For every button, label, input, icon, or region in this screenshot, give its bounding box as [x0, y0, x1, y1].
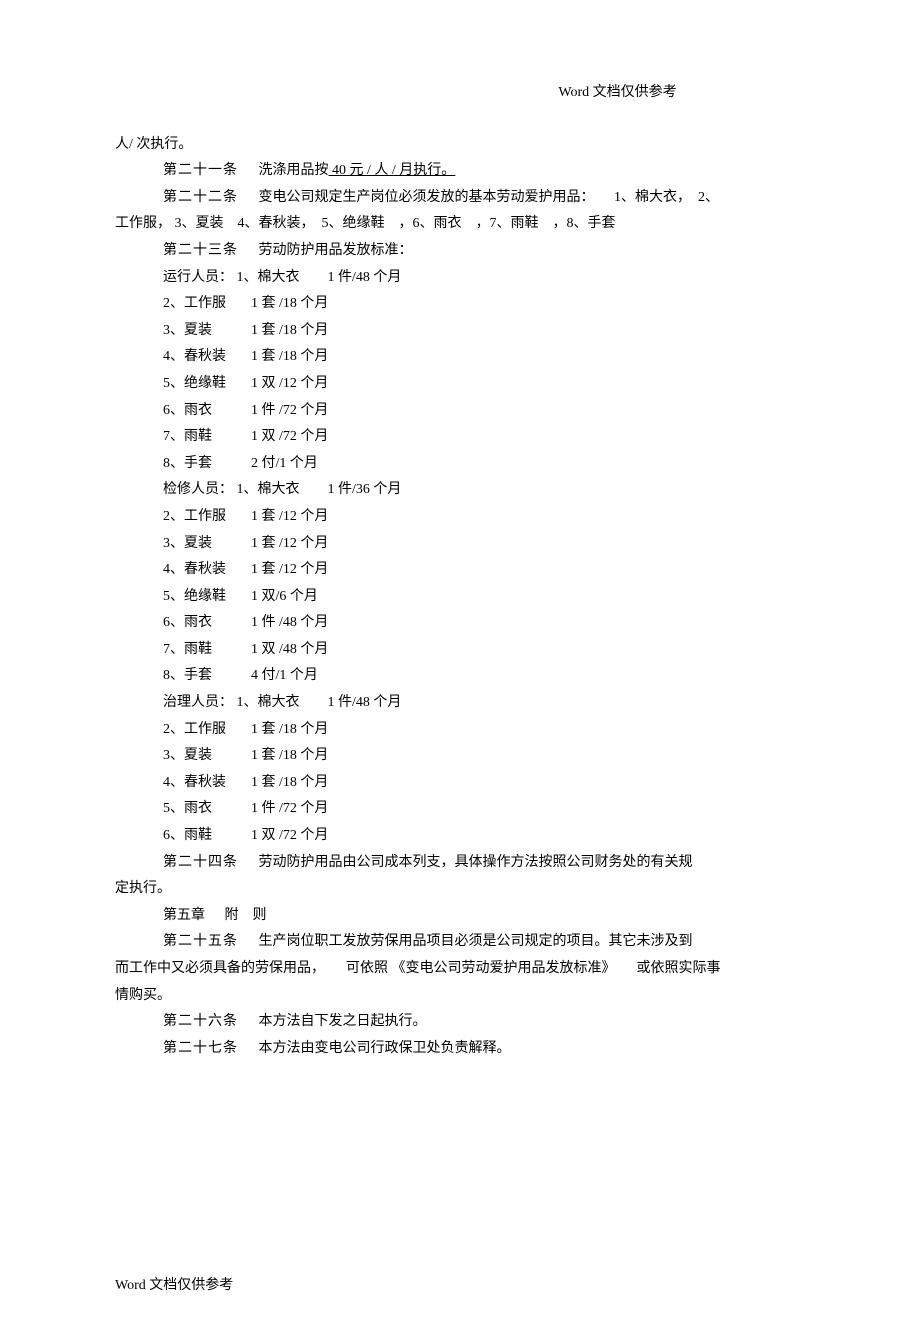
- article-number: 第二十一条: [163, 158, 255, 185]
- document-page: Word 文档仅供参考 人/ 次执行。 第二十一条 洗涤用品按 40 元 / 人…: [0, 0, 920, 1340]
- article-number: 第二十二条: [163, 185, 255, 212]
- article-24: 第二十四条 劳动防护用品由公司成本列支，具体操作方法按照公司财务处的有关规: [115, 850, 820, 877]
- article-22: 第二十二条 变电公司规定生产岗位必须发放的基本劳动爱护用品： 1、棉大衣， 2、: [115, 185, 820, 212]
- item-name: 5、雨衣: [163, 796, 251, 823]
- list-item: 3、夏装1 套 /18 个月: [115, 743, 820, 770]
- group-title-maintenance: 检修人员： 1、棉大衣 1 件/36 个月: [115, 477, 820, 504]
- item-name: 3、夏装: [163, 318, 251, 345]
- item-name: 3、夏装: [163, 743, 251, 770]
- article-text: 本方法自下发之日起执行。: [259, 1014, 427, 1029]
- list-item: 6、雨衣1 件 /72 个月: [115, 398, 820, 425]
- item-name: 8、手套: [163, 663, 251, 690]
- item-qty: 1 套 /18 个月: [251, 291, 328, 318]
- list-item: 8、手套2 付/1 个月: [115, 451, 820, 478]
- item-name: 2、工作服: [163, 717, 251, 744]
- chapter-number: 第五章: [163, 908, 205, 923]
- article-25-cont: 而工作中又必须具备的劳保用品， 可依照 《变电公司劳动爱护用品发放标准》 或依照…: [115, 956, 820, 983]
- list-item: 3、夏装1 套 /18 个月: [115, 318, 820, 345]
- article-26: 第二十六条 本方法自下发之日起执行。: [115, 1009, 820, 1036]
- list-item: 6、雨衣1 件 /48 个月: [115, 610, 820, 637]
- article-text: 变电公司规定生产岗位必须发放的基本劳动爱护用品：: [259, 190, 595, 205]
- article-25: 第二十五条 生产岗位职工发放劳保用品项目必须是公司规定的项目。其它未涉及到: [115, 929, 820, 956]
- chapter-5: 第五章 附 则: [115, 903, 820, 930]
- item-name: 6、雨鞋: [163, 823, 251, 850]
- item-qty: 1 套 /18 个月: [251, 318, 328, 345]
- article-21: 第二十一条 洗涤用品按 40 元 / 人 / 月执行。: [115, 158, 820, 185]
- item-qty: 1 双/6 个月: [251, 584, 318, 611]
- article-22-line2: 工作服， 3、夏装 4、春秋装， 5、绝缘鞋 ，6、雨衣 ，7、雨鞋 ，8、手套: [115, 211, 820, 238]
- item-name: 8、手套: [163, 451, 251, 478]
- group-title-management: 治理人员： 1、棉大衣 1 件/48 个月: [115, 690, 820, 717]
- item-name: 2、工作服: [163, 504, 251, 531]
- list-item: 2、工作服1 套 /18 个月: [115, 291, 820, 318]
- article-27: 第二十七条 本方法由变电公司行政保卫处负责解释。: [115, 1036, 820, 1063]
- list-item: 5、绝缘鞋1 双/6 个月: [115, 584, 820, 611]
- item-qty: 1 双 /72 个月: [251, 424, 328, 451]
- article-items-tail: 1、棉大衣， 2、: [614, 190, 719, 205]
- item-qty: 1 双 /48 个月: [251, 637, 328, 664]
- item-qty: 2 付/1 个月: [251, 451, 318, 478]
- item-qty: 1 套 /12 个月: [251, 504, 328, 531]
- prev-line-continuation: 人/ 次执行。: [115, 132, 820, 159]
- item-name: 4、春秋装: [163, 344, 251, 371]
- article-text-prefix: 洗涤用品按: [259, 163, 329, 178]
- item-qty: 1 套 /18 个月: [251, 717, 328, 744]
- group-title-operation: 运行人员： 1、棉大衣 1 件/48 个月: [115, 265, 820, 292]
- item-qty: 1 套 /18 个月: [251, 770, 328, 797]
- article-text-underline: 40 元 / 人 / 月执行。: [329, 163, 456, 178]
- item-name: 5、绝缘鞋: [163, 371, 251, 398]
- item-qty: 1 件 /72 个月: [251, 398, 328, 425]
- list-item: 6、雨鞋1 双 /72 个月: [115, 823, 820, 850]
- list-item: 7、雨鞋1 双 /48 个月: [115, 637, 820, 664]
- article-text: 本方法由变电公司行政保卫处负责解释。: [259, 1041, 511, 1056]
- item-qty: 1 套 /12 个月: [251, 557, 328, 584]
- list-item: 3、夏装1 套 /12 个月: [115, 531, 820, 558]
- item-qty: 1 套 /18 个月: [251, 743, 328, 770]
- item-name: 5、绝缘鞋: [163, 584, 251, 611]
- item-name: 4、春秋装: [163, 557, 251, 584]
- item-qty: 1 件 /72 个月: [251, 796, 328, 823]
- article-text: 生产岗位职工发放劳保用品项目必须是公司规定的项目。其它未涉及到: [259, 934, 693, 949]
- article-number: 第二十六条: [163, 1009, 255, 1036]
- article-23: 第二十三条 劳动防护用品发放标准：: [115, 238, 820, 265]
- page-header: Word 文档仅供参考: [115, 80, 820, 107]
- article-text: 劳动防护用品由公司成本列支，具体操作方法按照公司财务处的有关规: [259, 855, 693, 870]
- list-item: 2、工作服1 套 /12 个月: [115, 504, 820, 531]
- chapter-title: 附 则: [225, 908, 267, 923]
- item-qty: 1 套 /12 个月: [251, 531, 328, 558]
- list-item: 8、手套4 付/1 个月: [115, 663, 820, 690]
- item-name: 3、夏装: [163, 531, 251, 558]
- item-name: 7、雨鞋: [163, 424, 251, 451]
- item-qty: 1 件 /48 个月: [251, 610, 328, 637]
- item-qty: 4 付/1 个月: [251, 663, 318, 690]
- list-item: 5、雨衣1 件 /72 个月: [115, 796, 820, 823]
- item-name: 2、工作服: [163, 291, 251, 318]
- list-item: 2、工作服1 套 /18 个月: [115, 717, 820, 744]
- list-item: 7、雨鞋1 双 /72 个月: [115, 424, 820, 451]
- item-qty: 1 套 /18 个月: [251, 344, 328, 371]
- item-name: 6、雨衣: [163, 398, 251, 425]
- article-text: 劳动防护用品发放标准：: [259, 243, 413, 258]
- item-name: 7、雨鞋: [163, 637, 251, 664]
- list-item: 4、春秋装1 套 /18 个月: [115, 344, 820, 371]
- list-item: 5、绝缘鞋1 双 /12 个月: [115, 371, 820, 398]
- item-qty: 1 双 /72 个月: [251, 823, 328, 850]
- page-footer: Word 文档仅供参考: [115, 1273, 233, 1300]
- item-name: 4、春秋装: [163, 770, 251, 797]
- article-number: 第二十四条: [163, 850, 255, 877]
- item-qty: 1 双 /12 个月: [251, 371, 328, 398]
- article-number: 第二十三条: [163, 238, 255, 265]
- article-number: 第二十七条: [163, 1036, 255, 1063]
- article-number: 第二十五条: [163, 929, 255, 956]
- item-name: 6、雨衣: [163, 610, 251, 637]
- article-24-cont: 定执行。: [115, 876, 820, 903]
- list-item: 4、春秋装1 套 /12 个月: [115, 557, 820, 584]
- article-25-cont2: 情购买。: [115, 983, 820, 1010]
- list-item: 4、春秋装1 套 /18 个月: [115, 770, 820, 797]
